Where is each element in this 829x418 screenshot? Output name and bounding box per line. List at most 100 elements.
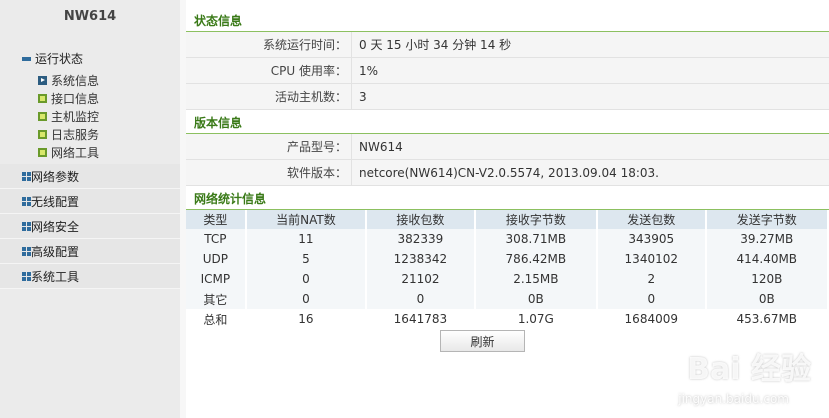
column-header: 接收包数 — [366, 210, 476, 229]
bullet-icon — [38, 93, 47, 103]
table-cell: 343905 — [597, 229, 707, 249]
sidebar-item-label: 系统信息 — [51, 73, 100, 88]
group-label: 网络参数 — [31, 169, 80, 184]
sidebar-item-label: 网络工具 — [51, 145, 100, 160]
table-cell: 2 — [597, 269, 707, 289]
sidebar-item-label: 日志服务 — [51, 127, 100, 142]
table-cell: 453.67MB — [705, 309, 829, 329]
table-row-total: 总和 16 1641783 1.07G 1684009 453.67MB — [186, 309, 829, 329]
group-label: 运行状态 — [35, 51, 84, 66]
table-cell: 786.42MB — [474, 249, 599, 269]
info-value: 0 天 15 小时 34 分钟 14 秒 — [351, 32, 829, 57]
table-cell: 总和 — [186, 309, 247, 329]
brand-title: NW614 — [63, 9, 117, 24]
table-cell: 0 — [245, 269, 368, 289]
expand-icon — [22, 171, 31, 181]
sidebar-item-log-service[interactable]: 日志服务 — [0, 125, 180, 143]
table-cell: 2.15MB — [474, 269, 599, 289]
table-cell: 21102 — [366, 269, 476, 289]
info-row-cpu: CPU 使用率： 1% — [186, 58, 829, 84]
arrow-right-icon — [38, 75, 47, 85]
table-cell: 16 — [245, 309, 368, 329]
sidebar-item-network-tools[interactable]: 网络工具 — [0, 143, 180, 161]
table-cell: 5 — [245, 249, 368, 269]
info-value: 1% — [351, 58, 829, 83]
status-section-title: 状态信息 — [186, 8, 829, 32]
info-row-model: 产品型号： NW614 — [186, 134, 829, 160]
table-cell: 1238342 — [366, 249, 476, 269]
watermark-url: jingyan.baidu.com — [678, 392, 789, 406]
table-row: UDP 5 1238342 786.42MB 1340102 414.40MB — [186, 249, 829, 269]
sidebar-item-label: 主机监控 — [51, 109, 100, 124]
column-header: 当前NAT数 — [245, 210, 368, 229]
sidebar-item-label: 接口信息 — [51, 91, 100, 106]
table-cell: 1340102 — [597, 249, 707, 269]
sidebar-group-advanced[interactable]: 高级配置 — [0, 239, 180, 264]
table-cell: 1684009 — [597, 309, 707, 329]
refresh-button[interactable]: 刷新 — [440, 330, 525, 352]
version-section-title: 版本信息 — [186, 110, 829, 134]
sidebar-group-wireless[interactable]: 无线配置 — [0, 189, 180, 214]
group-label: 系统工具 — [31, 269, 80, 284]
info-value: 3 — [351, 84, 829, 109]
collapse-icon — [22, 56, 31, 61]
info-row-software-version: 软件版本： netcore(NW614)CN-V2.0.5574, 2013.0… — [186, 160, 829, 186]
info-value: netcore(NW614)CN-V2.0.5574, 2013.09.04 1… — [351, 160, 829, 185]
expand-icon — [22, 196, 31, 206]
sidebar-item-interface-info[interactable]: 接口信息 — [0, 89, 180, 107]
table-row: 其它 0 0 0B 0 0B — [186, 289, 829, 309]
sidebar-group-network-params[interactable]: 网络参数 — [0, 164, 180, 189]
table-cell: 其它 — [186, 289, 247, 309]
column-header: 接收字节数 — [474, 210, 599, 229]
table-cell: 0 — [245, 289, 368, 309]
info-label: 软件版本： — [286, 166, 347, 180]
column-header: 类型 — [186, 210, 247, 229]
table-header-row: 类型 当前NAT数 接收包数 接收字节数 发送包数 发送字节数 — [186, 210, 829, 229]
info-value: NW614 — [351, 134, 829, 159]
bullet-icon — [38, 111, 47, 121]
table-cell: 120B — [705, 269, 829, 289]
info-label: 活动主机数： — [274, 90, 347, 104]
table-cell: 0B — [705, 289, 829, 309]
expand-icon — [22, 271, 31, 281]
sidebar-group-security[interactable]: 网络安全 — [0, 214, 180, 239]
sidebar-group-system-tools[interactable]: 系统工具 — [0, 264, 180, 289]
sidebar-item-host-monitor[interactable]: 主机监控 — [0, 107, 180, 125]
table-cell: 0 — [597, 289, 707, 309]
bullet-icon — [38, 129, 47, 139]
info-row-active-hosts: 活动主机数： 3 — [186, 84, 829, 110]
group-running-status: 运行状态 系统信息 接口信息 主机监控 日志服务 网络工具 — [0, 46, 180, 164]
info-label: 系统运行时间： — [262, 38, 347, 52]
sidebar-item-system-info[interactable]: 系统信息 — [0, 71, 180, 89]
table-cell: 414.40MB — [705, 249, 829, 269]
table-cell: 39.27MB — [705, 229, 829, 249]
column-header: 发送包数 — [597, 210, 707, 229]
expand-icon — [22, 246, 31, 256]
table-cell: 11 — [245, 229, 368, 249]
info-label: 产品型号： — [286, 140, 347, 154]
stats-section-title: 网络统计信息 — [186, 186, 829, 210]
info-label: CPU 使用率： — [270, 64, 347, 78]
table-cell: UDP — [186, 249, 247, 269]
group-head-running-status[interactable]: 运行状态 — [0, 46, 180, 70]
table-cell: ICMP — [186, 269, 247, 289]
main-content: 状态信息 系统运行时间： 0 天 15 小时 34 分钟 14 秒 CPU 使用… — [186, 0, 829, 418]
stats-table: 类型 当前NAT数 接收包数 接收字节数 发送包数 发送字节数 TCP 11 3… — [186, 210, 829, 329]
table-cell: TCP — [186, 229, 247, 249]
table-cell: 0 — [366, 289, 476, 309]
bullet-icon — [38, 147, 47, 157]
info-row-uptime: 系统运行时间： 0 天 15 小时 34 分钟 14 秒 — [186, 32, 829, 58]
table-cell: 382339 — [366, 229, 476, 249]
table-cell: 0B — [474, 289, 599, 309]
running-status-items: 系统信息 接口信息 主机监控 日志服务 网络工具 — [0, 70, 180, 164]
table-cell: 1641783 — [366, 309, 476, 329]
group-label: 无线配置 — [31, 194, 80, 209]
expand-icon — [22, 221, 31, 231]
column-header: 发送字节数 — [705, 210, 829, 229]
baidu-watermark: Bai 经验 — [687, 352, 811, 387]
table-row: ICMP 0 21102 2.15MB 2 120B — [186, 269, 829, 289]
table-cell: 308.71MB — [474, 229, 599, 249]
table-row: TCP 11 382339 308.71MB 343905 39.27MB — [186, 229, 829, 249]
sidebar: NW614 运行状态 系统信息 接口信息 主机监控 日志服务 网络工具 网络参数… — [0, 0, 180, 418]
group-label: 高级配置 — [31, 244, 80, 259]
